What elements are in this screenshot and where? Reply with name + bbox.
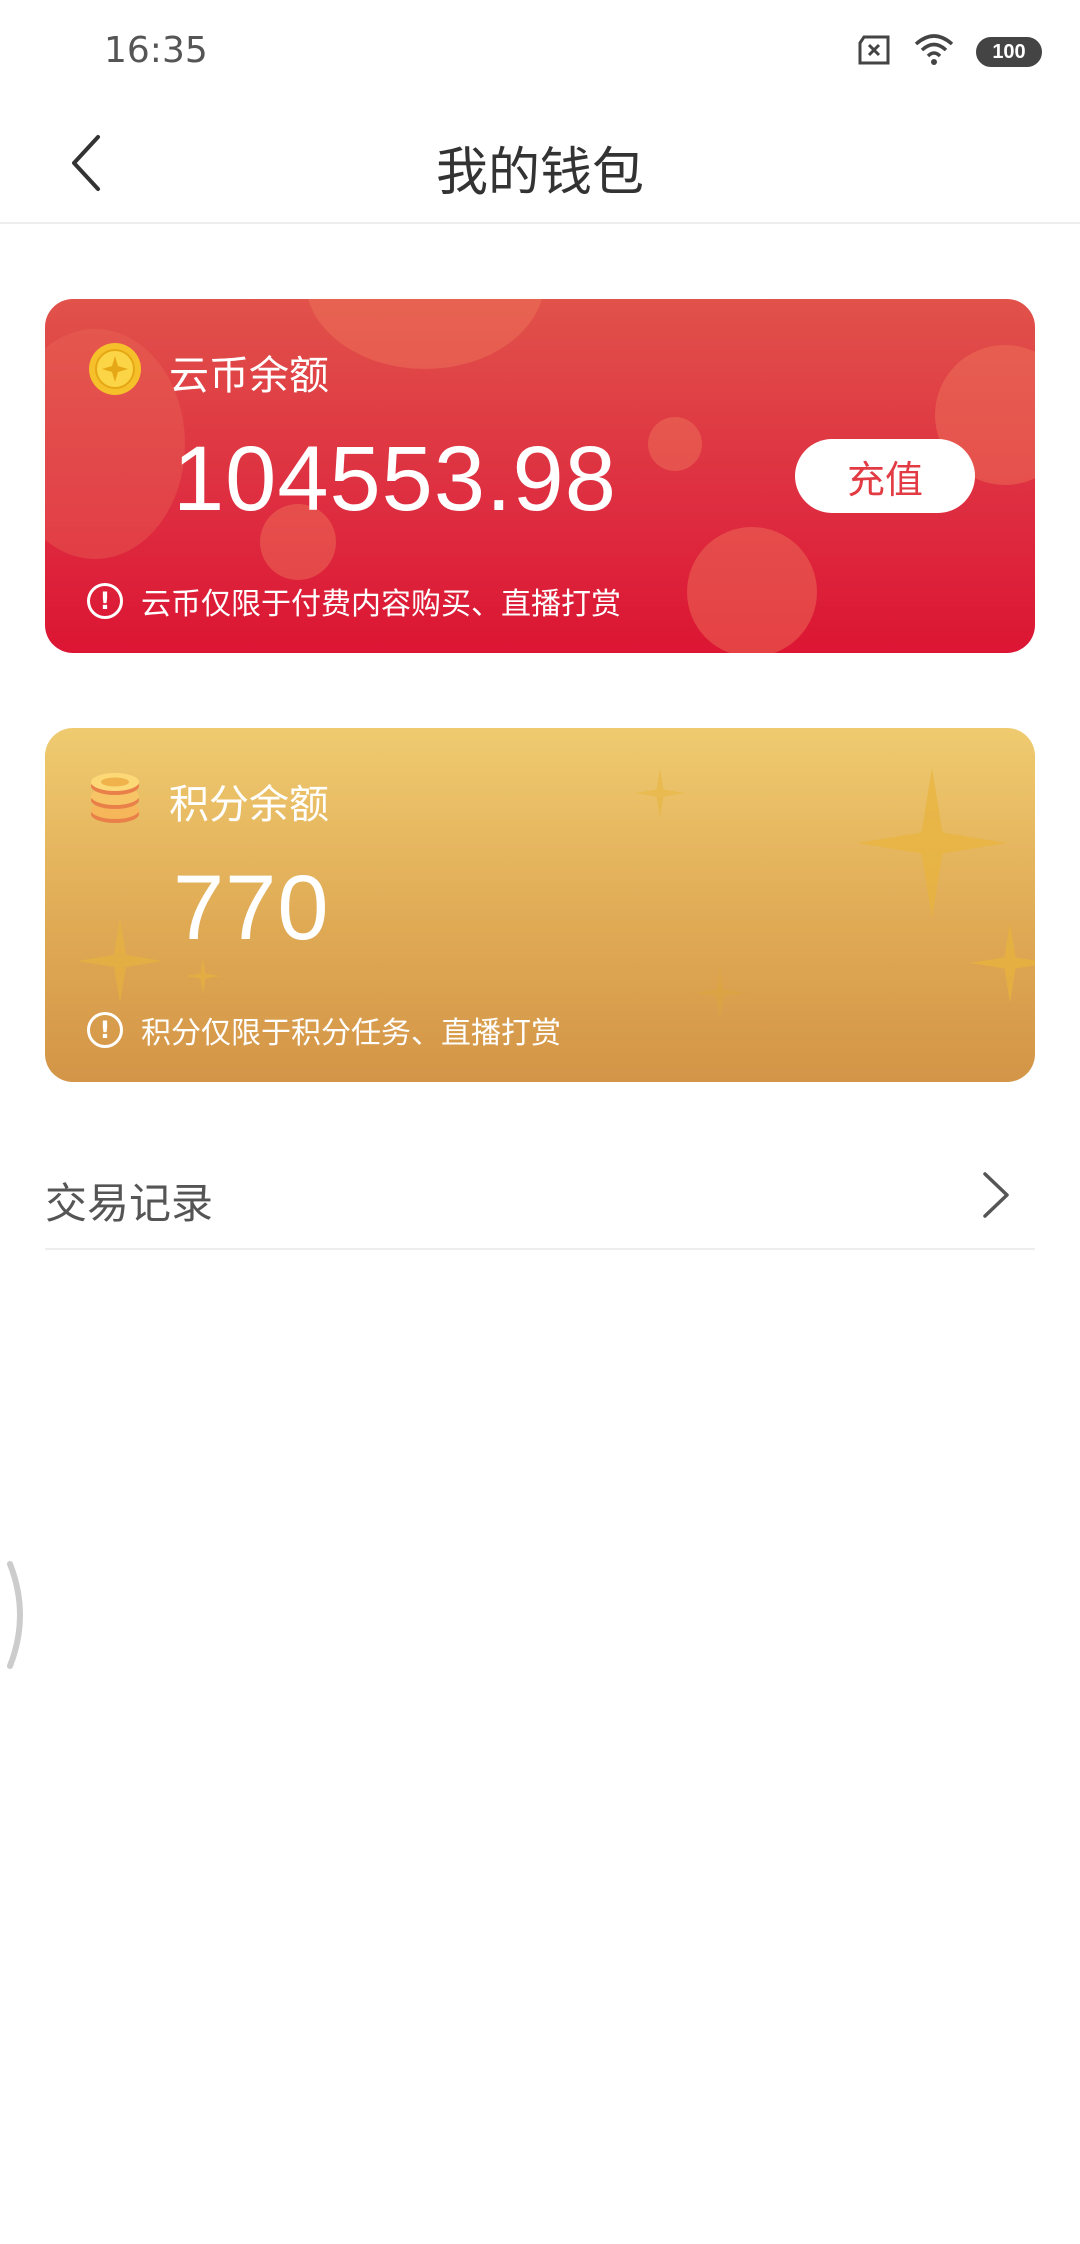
status-bar: 16:35 100 [0,0,1080,100]
coin-note: ! 云币仅限于付费内容购买、直播打赏 [87,579,621,623]
info-icon: ! [87,1012,123,1048]
points-balance-label: 积分余额 [169,782,329,828]
points-balance-card: 积分余额 770 ! 积分仅限于积分任务、直播打赏 [45,728,1035,1082]
coin-balance-label: 云币余额 [169,353,329,399]
page-title: 我的钱包 [435,143,644,203]
gold-coin-icon [89,343,141,395]
sparkle-decor [77,918,163,1004]
decor-bubble [687,527,817,653]
sim-error-icon [856,35,892,69]
decor-bubble [305,299,545,369]
coin-note-text: 云币仅限于付费内容购买、直播打赏 [141,587,621,622]
recharge-button[interactable]: 充值 [795,439,975,513]
nav-bar: 我的钱包 [0,100,1080,224]
battery-icon: 100 [976,37,1042,67]
coin-stack-icon [91,773,139,823]
side-gesture-handle[interactable] [2,1560,32,1670]
chevron-right-icon [983,1172,1009,1218]
sparkle-decor [695,968,745,1018]
info-icon: ! [87,583,123,619]
sparkle-decor [857,768,1007,918]
status-icons: 100 [856,32,1042,72]
wifi-icon [914,34,954,70]
coin-balance-amount: 104553.98 [173,428,617,530]
points-note-text: 积分仅限于积分任务、直播打赏 [141,1016,561,1051]
coin-balance-card: 云币余额 104553.98 充值 ! 云币仅限于付费内容购买、直播打赏 [45,299,1035,653]
sparkle-decor [635,768,685,818]
sparkle-decor [185,958,221,994]
sparkle-decor [970,923,1035,1003]
transaction-records-label: 交易记录 [45,1179,214,1228]
points-balance-amount: 770 [173,857,330,959]
points-note: ! 积分仅限于积分任务、直播打赏 [87,1008,561,1052]
decor-bubble [648,417,702,471]
status-time: 16:35 [104,30,208,71]
transaction-records-row[interactable]: 交易记录 [45,1140,1035,1250]
